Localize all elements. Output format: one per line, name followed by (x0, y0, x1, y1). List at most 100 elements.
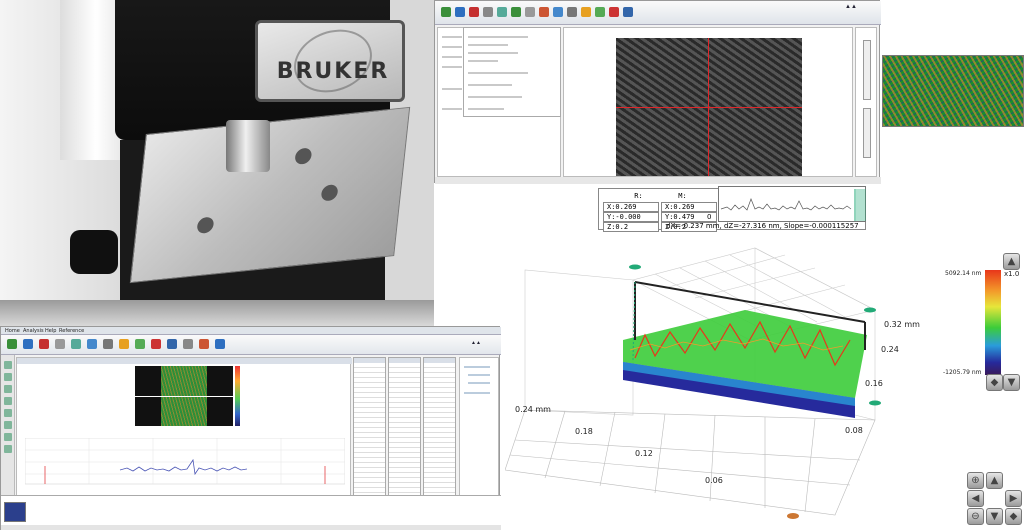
crosshair-vertical (708, 38, 709, 176)
z-scale-panel[interactable] (855, 27, 877, 177)
tool-icon[interactable] (23, 339, 33, 349)
live-camera-image[interactable] (616, 38, 802, 176)
sidebar-icon[interactable] (4, 373, 12, 381)
tool-icon[interactable] (595, 7, 605, 17)
tool-icon[interactable] (539, 7, 549, 17)
parameter-tables (353, 357, 457, 497)
marker-r-handle[interactable] (629, 264, 641, 270)
crosshair-horizontal (616, 107, 802, 108)
light-slider[interactable] (863, 108, 871, 158)
tool-icon[interactable] (623, 7, 633, 17)
reset-view-button[interactable]: ◆ (1005, 508, 1022, 525)
line-profile-plot: 0 (703, 188, 866, 221)
image-color-bar (235, 366, 240, 426)
data-browser (1, 495, 501, 525)
help-icon[interactable] (215, 339, 225, 349)
analysis-view[interactable] (16, 357, 352, 497)
tool-icon[interactable] (151, 339, 161, 349)
tool-icon[interactable] (167, 339, 177, 349)
sidebar-icon[interactable] (4, 409, 12, 417)
table-surface (0, 300, 434, 326)
tool-sidebar (1, 355, 15, 495)
scale-up-button[interactable]: ▲ (1003, 253, 1020, 270)
rotate-handle[interactable] (869, 400, 881, 406)
pan-down-button[interactable]: ▼ (986, 508, 1003, 525)
sidebar-icon[interactable] (4, 385, 12, 393)
x-tick-3: 0.12 (635, 449, 653, 458)
camera-view[interactable] (563, 27, 853, 177)
sidebar-icon[interactable] (4, 397, 12, 405)
profile-plot[interactable] (25, 438, 345, 494)
pan-left-button[interactable]: ◀ (967, 490, 984, 507)
tab-analysis[interactable]: Analysis (23, 328, 44, 334)
y-tick-2: 0.24 (881, 345, 899, 354)
tool-icon[interactable] (71, 339, 81, 349)
scan-icon[interactable] (483, 7, 493, 17)
sidebar-icon[interactable] (4, 421, 12, 429)
color-map-button[interactable]: ◆ (986, 374, 1003, 391)
x-tick-4: 0.06 (705, 476, 723, 485)
microscope-photo: BRUKER (0, 0, 434, 326)
save-icon[interactable] (497, 7, 507, 17)
tool-icon[interactable] (183, 339, 193, 349)
3d-plot-canvas[interactable] (504, 240, 925, 530)
zoom-in-button[interactable]: ⊕ (967, 472, 984, 489)
tool-icon[interactable] (119, 339, 129, 349)
average-table (388, 357, 421, 497)
tool-icon[interactable] (553, 7, 563, 17)
acquisition-window: ▲▲ (434, 0, 881, 184)
focus-knob (70, 230, 118, 274)
r-label: R: (617, 191, 657, 201)
pan-up-button[interactable]: ▲ (986, 472, 1003, 489)
x-tick-2: 0.18 (575, 427, 593, 436)
data-tree-panel[interactable] (459, 357, 499, 497)
scale-down-button[interactable]: ▼ (1003, 374, 1020, 391)
profile-cut-line (135, 396, 233, 397)
y-tick-4: 0.08 (845, 426, 863, 435)
measurement-result: dX=-0.237 mm, dZ=-27.316 nm, Slope=-0.00… (666, 222, 859, 230)
sidebar-icon[interactable] (4, 433, 12, 441)
dataset-thumbnail[interactable] (4, 502, 26, 522)
view-header (17, 358, 352, 364)
sidebar-icon[interactable] (4, 361, 12, 369)
tab-bar: Home Analysis Help Reference (1, 327, 501, 335)
tool-icon[interactable] (609, 7, 619, 17)
tool-icon[interactable] (567, 7, 577, 17)
tab-home[interactable]: Home (5, 328, 20, 334)
play-icon[interactable] (511, 7, 521, 17)
surface-image[interactable] (135, 366, 233, 426)
sidebar-icon[interactable] (4, 445, 12, 453)
metal-sample-block (129, 106, 411, 284)
sample-hole (196, 216, 215, 235)
z-slider[interactable] (863, 40, 871, 100)
start-icon[interactable] (441, 7, 451, 17)
analysis-window: Home Analysis Help Reference ▲▲ (0, 326, 501, 530)
tab-help[interactable]: Help (45, 328, 56, 334)
tab-reference[interactable]: Reference (59, 328, 84, 334)
bruker-logo: BRUKER (276, 59, 390, 84)
marker-m-handle[interactable] (864, 307, 876, 313)
measure-icon[interactable] (455, 7, 465, 17)
pan-right-button[interactable]: ▶ (1005, 490, 1022, 507)
surface-height-map (882, 55, 1024, 127)
status-bar (1, 525, 501, 530)
zoom-out-button[interactable]: ⊖ (967, 508, 984, 525)
sample-hole (294, 147, 313, 165)
colorbar-max: 5092.14 nm (945, 270, 982, 277)
line-profile: 0 0 (703, 186, 866, 222)
status-bar (435, 177, 881, 184)
tool-icon[interactable] (55, 339, 65, 349)
tool-icon[interactable] (135, 339, 145, 349)
colorbar-min: -1205.79 nm (943, 369, 982, 376)
tilt-handle[interactable] (787, 513, 799, 519)
tool-icon[interactable] (525, 7, 535, 17)
tool-icon[interactable] (87, 339, 97, 349)
tool-icon[interactable] (199, 339, 209, 349)
tool-icon[interactable] (7, 339, 17, 349)
grid-floor (504, 409, 876, 516)
focus-icon[interactable] (581, 7, 591, 17)
tool-icon[interactable] (39, 339, 49, 349)
stop-icon[interactable] (469, 7, 479, 17)
3d-surface-plot[interactable]: 0.24 mm 0.18 0.12 0.06 0.32 mm 0.24 0.16… (504, 240, 925, 530)
tool-icon[interactable] (103, 339, 113, 349)
